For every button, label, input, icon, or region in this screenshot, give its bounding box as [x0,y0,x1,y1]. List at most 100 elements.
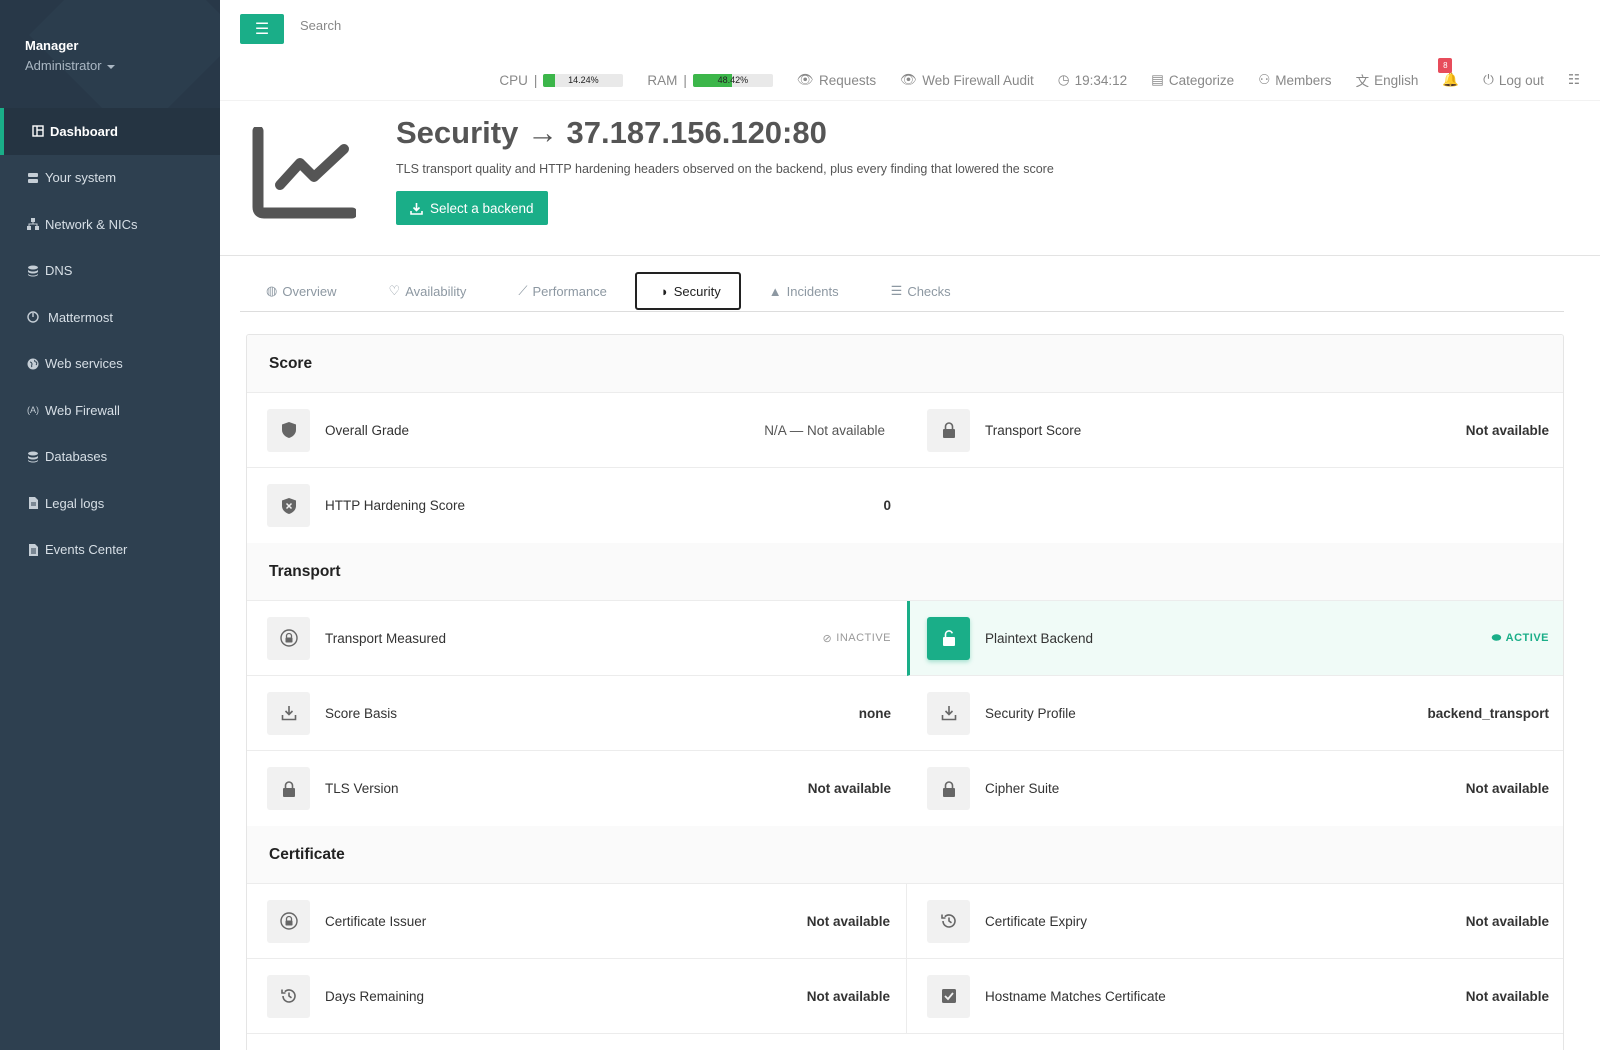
sidebar-item-dashboard[interactable]: Dashboard [0,108,220,155]
hostname-match-row: Hostname Matches Certificate Not availab… [907,959,1563,1034]
line-chart-icon: ⟋ [518,283,528,298]
logout-link[interactable]: ⏻ Log out [1483,72,1544,88]
sidebar-item-databases[interactable]: Databases [0,434,220,481]
requests-link[interactable]: 👁 Requests [797,72,876,88]
days-remaining-row: Days Remaining Not available [247,959,907,1034]
section-title-score: Score [247,335,1563,393]
hamburger-icon: ☰ [254,21,270,38]
checklist-icon: ☰ [890,283,903,298]
lock-circle-icon [267,616,310,660]
active-status: ⬬ ACTIVE [1491,631,1549,645]
section-title-certificate: Certificate [247,826,1563,884]
sidebar-item-legal-logs[interactable]: Legal logs [0,480,220,527]
security-panel: Score Overall Grade N/A — Not available … [246,334,1564,1050]
user-profile[interactable]: Manager Administrator [0,0,220,108]
tab-checks[interactable]: ☰ Checks [865,272,977,310]
cpu-meter: CPU | 14.24% [499,73,624,88]
transport-grid: Transport Measured ⊘ INACTIVE Plaintext B… [247,601,1563,826]
tab-security[interactable]: ◗ Security [634,272,741,310]
menu-toggle-button[interactable]: ☰ [240,14,284,44]
main-content: ☰ CPU| 14.24% RAM| 48.42% 👁Requests 👁Web… [220,0,1600,1050]
bell-icon: 🔔 [1442,72,1460,87]
security-profile-row: Security Profile backend_transport [907,676,1563,751]
checkbox-checked-icon [927,974,970,1018]
firewall-icon: (A) [27,405,39,416]
clock: ◷ 19:34:12 [1057,72,1128,88]
tab-performance[interactable]: ⟋ Performance [492,272,633,310]
tls-version-row: TLS Version Not available [247,751,907,826]
history-icon [927,899,970,943]
users-icon: ⚇ [1258,72,1271,87]
page-header: Security → 37.187.156.120:80 TLS transpo… [220,100,1600,256]
dashboard-icon: ◍ [266,283,278,298]
user-role-dropdown[interactable]: Administrator [25,58,220,73]
language-selector[interactable]: 文 English [1356,70,1419,90]
list-icon: ☷ [1567,72,1580,87]
sidebar-item-web-firewall[interactable]: (A) Web Firewall [0,387,220,434]
tab-availability[interactable]: ♡ Availability [363,272,493,310]
categorize-link[interactable]: ▤ Categorize [1151,72,1234,88]
certificate-grid: Certificate Issuer Not available Certifi… [247,884,1563,1034]
globe-icon [26,358,40,370]
network-icon [26,218,40,231]
heartbeat-icon: ♡ [388,283,401,298]
task-list-button[interactable]: ☷ [1568,72,1580,88]
score-grid: Overall Grade N/A — Not available Transp… [247,393,1563,543]
eye-icon: 👁 [796,72,815,87]
topbar: ☰ CPU| 14.24% RAM| 48.42% 👁Requests 👁Web… [220,0,1600,100]
tab-overview[interactable]: ◍ Overview [240,272,363,310]
waf-audit-link[interactable]: 👁 Web Firewall Audit [900,72,1034,88]
inactive-status: ⊘ INACTIVE [822,632,891,645]
database-icon [26,451,40,463]
download-icon [410,202,423,215]
download-icon [267,691,310,735]
history-icon [267,974,310,1018]
caret-down-icon [106,64,115,69]
power-icon: ⏻ [1483,72,1494,87]
clock-icon: ◷ [1057,72,1070,87]
overall-grade-row: Overall Grade N/A — Not available [247,393,907,468]
server-icon [26,172,40,184]
file-icon [26,497,40,510]
sidebar-item-mattermost[interactable]: Mattermost [0,294,220,341]
cipher-suite-row: Cipher Suite Not available [907,751,1563,826]
notification-badge: 8 [1438,58,1453,73]
lock-icon [927,408,970,452]
top-navbar: CPU | 14.24% RAM | 48.42% 👁 Requests 👁 Web F… [499,58,1580,90]
certificate-expiry-row: Certificate Expiry Not available [907,884,1563,959]
tab-incidents[interactable]: ▲ Incidents [743,272,865,310]
line-chart-icon [252,127,356,219]
sidebar-item-web-services[interactable]: Web services [0,341,220,388]
translate-icon: 文 [1355,74,1370,89]
select-backend-button[interactable]: Select a backend [396,191,548,225]
unlock-icon [927,616,970,660]
power-icon [26,311,40,323]
lock-icon [927,767,970,810]
members-link[interactable]: ⚇ Members [1258,72,1331,88]
http-hardening-row: HTTP Hardening Score 0 [247,468,907,543]
plaintext-backend-row: Plaintext Backend ⬬ ACTIVE [907,601,1563,676]
sidebar-nav: Dashboard Your system Network & NICs DNS… [0,108,220,573]
ram-meter: RAM | 48.42% [647,73,773,88]
events-icon [26,543,40,556]
section-title-transport: Transport [247,543,1563,601]
certificate-issuer-row: Certificate Issuer Not available [247,884,907,959]
empty-cell [907,468,1563,543]
eye-slash-icon: ⊘ [822,632,833,645]
page-subtitle: TLS transport quality and HTTP hardening… [396,162,1054,176]
section-tabs: ◍ Overview ♡ Availability ⟋ Performance ◗ Se… [240,272,1564,312]
shield-icon [267,408,310,452]
book-icon: ▤ [1151,72,1164,87]
sidebar-item-dns[interactable]: DNS [0,248,220,295]
eye-icon: 👁 [900,72,918,87]
sidebar-item-network[interactable]: Network & NICs [0,201,220,248]
notifications-button[interactable]: 🔔 8 [1438,58,1460,88]
dashboard-icon [31,125,45,137]
sidebar-item-your-system[interactable]: Your system [0,155,220,202]
database-icon [26,265,40,277]
download-icon [927,691,970,735]
sidebar-item-events-center[interactable]: Events Center [0,527,220,574]
search-input[interactable] [300,18,600,33]
warning-icon: ▲ [768,283,782,299]
page-title: Security → 37.187.156.120:80 [396,115,827,150]
